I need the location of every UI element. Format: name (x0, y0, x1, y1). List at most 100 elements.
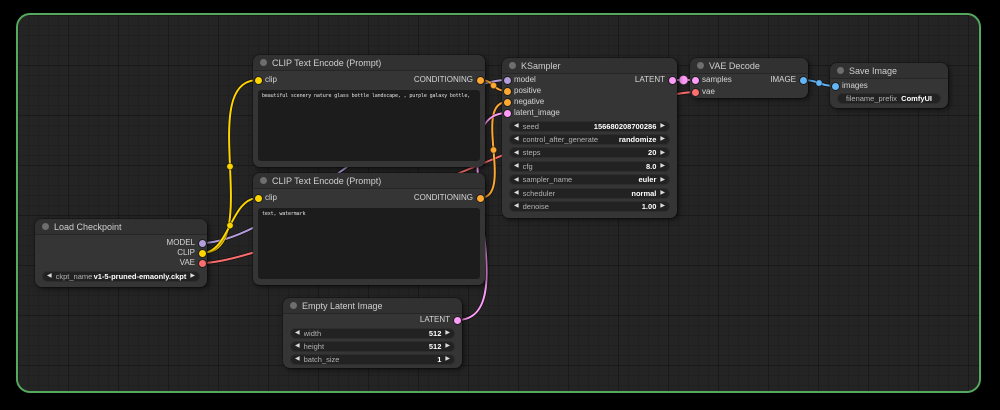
collapse-dot-icon[interactable] (290, 302, 297, 309)
node-title-bar[interactable]: KSampler (502, 58, 677, 74)
widget-scheduler[interactable]: ◀schedulernormal▶ (509, 188, 670, 199)
link-wire-clip (202, 198, 258, 253)
increment-arrow-icon[interactable]: ▶ (190, 273, 195, 279)
link-midpoint-dot-icon[interactable] (490, 82, 496, 88)
output-slot-VAE-label: VAE (180, 258, 195, 268)
node-title-text: KSampler (521, 61, 561, 71)
widget-label: control_after_generate (523, 135, 598, 144)
widget-ckpt_name[interactable]: ◀ckpt_namev1-5-pruned-emaonly.ckpt▶ (42, 271, 200, 282)
node-empty-latent-image[interactable]: Empty Latent ImageLATENT◀width512▶◀heigh… (283, 298, 462, 368)
increment-arrow-icon[interactable]: ▶ (445, 356, 450, 362)
node-vae-decode[interactable]: VAE DecodesamplesvaeIMAGE (690, 58, 808, 98)
output-slot-CONDITIONING-dot-icon[interactable] (477, 195, 484, 202)
decrement-arrow-icon[interactable]: ◀ (514, 136, 519, 142)
input-slot-vae-dot-icon[interactable] (692, 89, 699, 96)
increment-arrow-icon[interactable]: ▶ (660, 123, 665, 129)
output-slot-LATENT-dot-icon[interactable] (669, 77, 676, 84)
increment-arrow-icon[interactable]: ▶ (445, 330, 450, 336)
output-slot-CONDITIONING-dot-icon[interactable] (477, 77, 484, 84)
widget-filename_prefix[interactable]: filename_prefixComfyUI (837, 93, 941, 104)
node-title-bar[interactable]: CLIP Text Encode (Prompt) (253, 55, 485, 71)
input-slot-samples-dot-icon[interactable] (692, 77, 699, 84)
decrement-arrow-icon[interactable]: ◀ (295, 343, 300, 349)
collapse-dot-icon[interactable] (260, 177, 267, 184)
input-slot-clip-label: clip (265, 193, 277, 203)
node-load-checkpoint[interactable]: Load CheckpointMODELCLIPVAE◀ckpt_namev1-… (35, 219, 207, 287)
input-slot-negative-label: negative (514, 97, 544, 107)
decrement-arrow-icon[interactable]: ◀ (514, 163, 519, 169)
widget-control_after_generate[interactable]: ◀control_after_generaterandomize▶ (509, 134, 670, 145)
collapse-dot-icon[interactable] (509, 62, 516, 69)
output-slot-IMAGE-dot-icon[interactable] (800, 77, 807, 84)
widget-width[interactable]: ◀width512▶ (290, 328, 455, 339)
collapse-dot-icon[interactable] (42, 223, 49, 230)
increment-arrow-icon[interactable]: ▶ (445, 343, 450, 349)
node-title-text: Save Image (849, 66, 897, 76)
input-slot-clip-dot-icon[interactable] (255, 77, 262, 84)
widget-label: ckpt_name (56, 272, 93, 281)
input-slot-model-label: model (514, 75, 536, 85)
widget-steps[interactable]: ◀steps20▶ (509, 147, 670, 158)
node-title-text: VAE Decode (709, 61, 760, 71)
decrement-arrow-icon[interactable]: ◀ (47, 273, 52, 279)
output-slot-LATENT-label: LATENT (420, 315, 450, 325)
widget-height[interactable]: ◀height512▶ (290, 341, 455, 352)
input-slot-model-dot-icon[interactable] (504, 77, 511, 84)
decrement-arrow-icon[interactable]: ◀ (514, 203, 519, 209)
decrement-arrow-icon[interactable]: ◀ (514, 123, 519, 129)
graph-canvas[interactable]: Load CheckpointMODELCLIPVAE◀ckpt_namev1-… (16, 13, 981, 393)
link-midpoint-dot-icon[interactable] (227, 163, 233, 169)
increment-arrow-icon[interactable]: ▶ (660, 150, 665, 156)
node-title-bar[interactable]: Save Image (830, 63, 948, 79)
output-slot-VAE-dot-icon[interactable] (199, 260, 206, 267)
prompt-textarea[interactable]: beautiful scenery nature glass bottle la… (258, 90, 480, 161)
node-title-text: CLIP Text Encode (Prompt) (272, 58, 381, 68)
decrement-arrow-icon[interactable]: ◀ (514, 190, 519, 196)
node-clip-text-encode-positive[interactable]: CLIP Text Encode (Prompt)clipCONDITIONIN… (253, 55, 485, 167)
collapse-dot-icon[interactable] (260, 59, 267, 66)
increment-arrow-icon[interactable]: ▶ (660, 163, 665, 169)
increment-arrow-icon[interactable]: ▶ (660, 136, 665, 142)
decrement-arrow-icon[interactable]: ◀ (514, 150, 519, 156)
widget-label: filename_prefix (846, 94, 897, 103)
widget-denoise[interactable]: ◀denoise1.00▶ (509, 201, 670, 212)
output-slot-CLIP-dot-icon[interactable] (199, 250, 206, 257)
input-slot-latent_image-dot-icon[interactable] (504, 110, 511, 117)
decrement-arrow-icon[interactable]: ◀ (514, 177, 519, 183)
input-slot-clip-dot-icon[interactable] (255, 195, 262, 202)
widget-sampler_name[interactable]: ◀sampler_nameeuler▶ (509, 174, 670, 185)
input-slot-clip-label: clip (265, 75, 277, 85)
widget-batch_size[interactable]: ◀batch_size1▶ (290, 354, 455, 365)
link-midpoint-dot-icon[interactable] (679, 75, 688, 84)
link-midpoint-dot-icon[interactable] (227, 222, 233, 228)
input-slot-positive-dot-icon[interactable] (504, 88, 511, 95)
link-midpoint-dot-icon[interactable] (816, 80, 822, 86)
output-slot-LATENT-dot-icon[interactable] (454, 317, 461, 324)
input-slot-images-dot-icon[interactable] (832, 83, 839, 90)
widget-label: width (304, 329, 322, 338)
input-slot-negative-dot-icon[interactable] (504, 99, 511, 106)
node-title-bar[interactable]: Empty Latent Image (283, 298, 462, 314)
widget-seed[interactable]: ◀seed156680208700286▶ (509, 121, 670, 132)
node-ksampler[interactable]: KSamplermodelpositivenegativelatent_imag… (502, 58, 677, 218)
output-slot-CONDITIONING-label: CONDITIONING (414, 193, 473, 203)
increment-arrow-icon[interactable]: ▶ (660, 203, 665, 209)
widget-cfg[interactable]: ◀cfg8.0▶ (509, 161, 670, 172)
node-title-bar[interactable]: Load Checkpoint (35, 219, 207, 235)
collapse-dot-icon[interactable] (837, 67, 844, 74)
decrement-arrow-icon[interactable]: ◀ (295, 330, 300, 336)
link-wire-outline (202, 80, 258, 253)
node-title-bar[interactable]: CLIP Text Encode (Prompt) (253, 173, 485, 189)
collapse-dot-icon[interactable] (697, 62, 704, 69)
node-title-bar[interactable]: VAE Decode (690, 58, 808, 74)
input-slot-vae-label: vae (702, 87, 715, 97)
node-clip-text-encode-negative[interactable]: CLIP Text Encode (Prompt) clip CONDITIONIN… (253, 173, 485, 285)
output-slot-MODEL-dot-icon[interactable] (199, 240, 206, 247)
prompt-textarea[interactable]: text, watermark (258, 208, 480, 279)
link-midpoint-dot-icon[interactable] (490, 147, 496, 153)
increment-arrow-icon[interactable]: ▶ (660, 190, 665, 196)
node-save-image[interactable]: Save Imageimagesfilename_prefixComfyUI (830, 63, 948, 108)
decrement-arrow-icon[interactable]: ◀ (295, 356, 300, 362)
increment-arrow-icon[interactable]: ▶ (660, 177, 665, 183)
widget-value: 20 (648, 148, 656, 157)
